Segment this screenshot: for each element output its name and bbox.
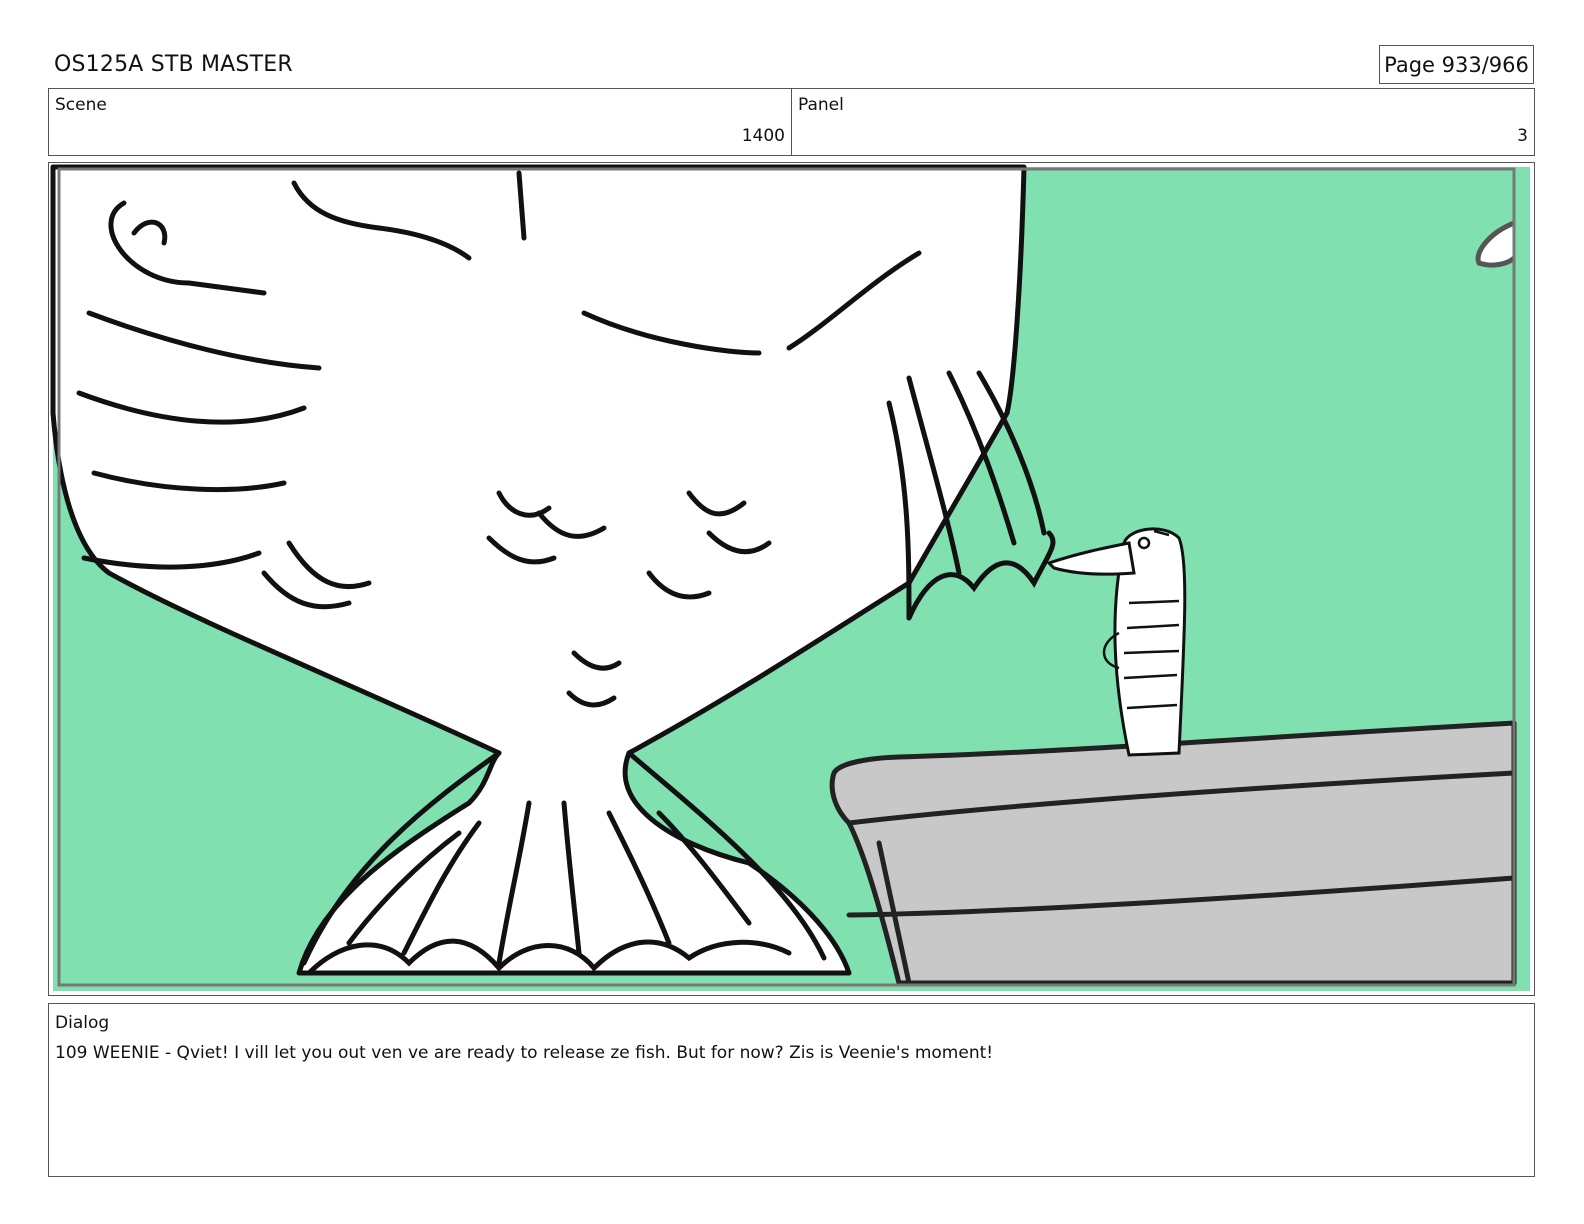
panel-number: 3 xyxy=(1517,126,1528,146)
stone-ledge xyxy=(829,720,1517,986)
page-number: Page 933/966 xyxy=(1379,45,1534,84)
panel-label: Panel xyxy=(798,95,844,115)
panel-cell: Panel 3 xyxy=(792,89,1534,155)
storyboard-frame xyxy=(48,162,1535,996)
scene-panel-info: Scene 1400 Panel 3 xyxy=(48,88,1535,156)
document-title: OS125A STB MASTER xyxy=(54,52,293,77)
dialog-text: 109 WEENIE - Qviet! I vill let you out v… xyxy=(55,1043,994,1063)
dialog-label: Dialog xyxy=(55,1013,110,1033)
dialog-box: Dialog 109 WEENIE - Qviet! I vill let yo… xyxy=(48,1003,1535,1177)
storyboard-drawing xyxy=(50,164,1530,991)
scene-label: Scene xyxy=(55,95,107,115)
scene-cell: Scene 1400 xyxy=(49,89,792,155)
scene-number: 1400 xyxy=(741,126,785,146)
